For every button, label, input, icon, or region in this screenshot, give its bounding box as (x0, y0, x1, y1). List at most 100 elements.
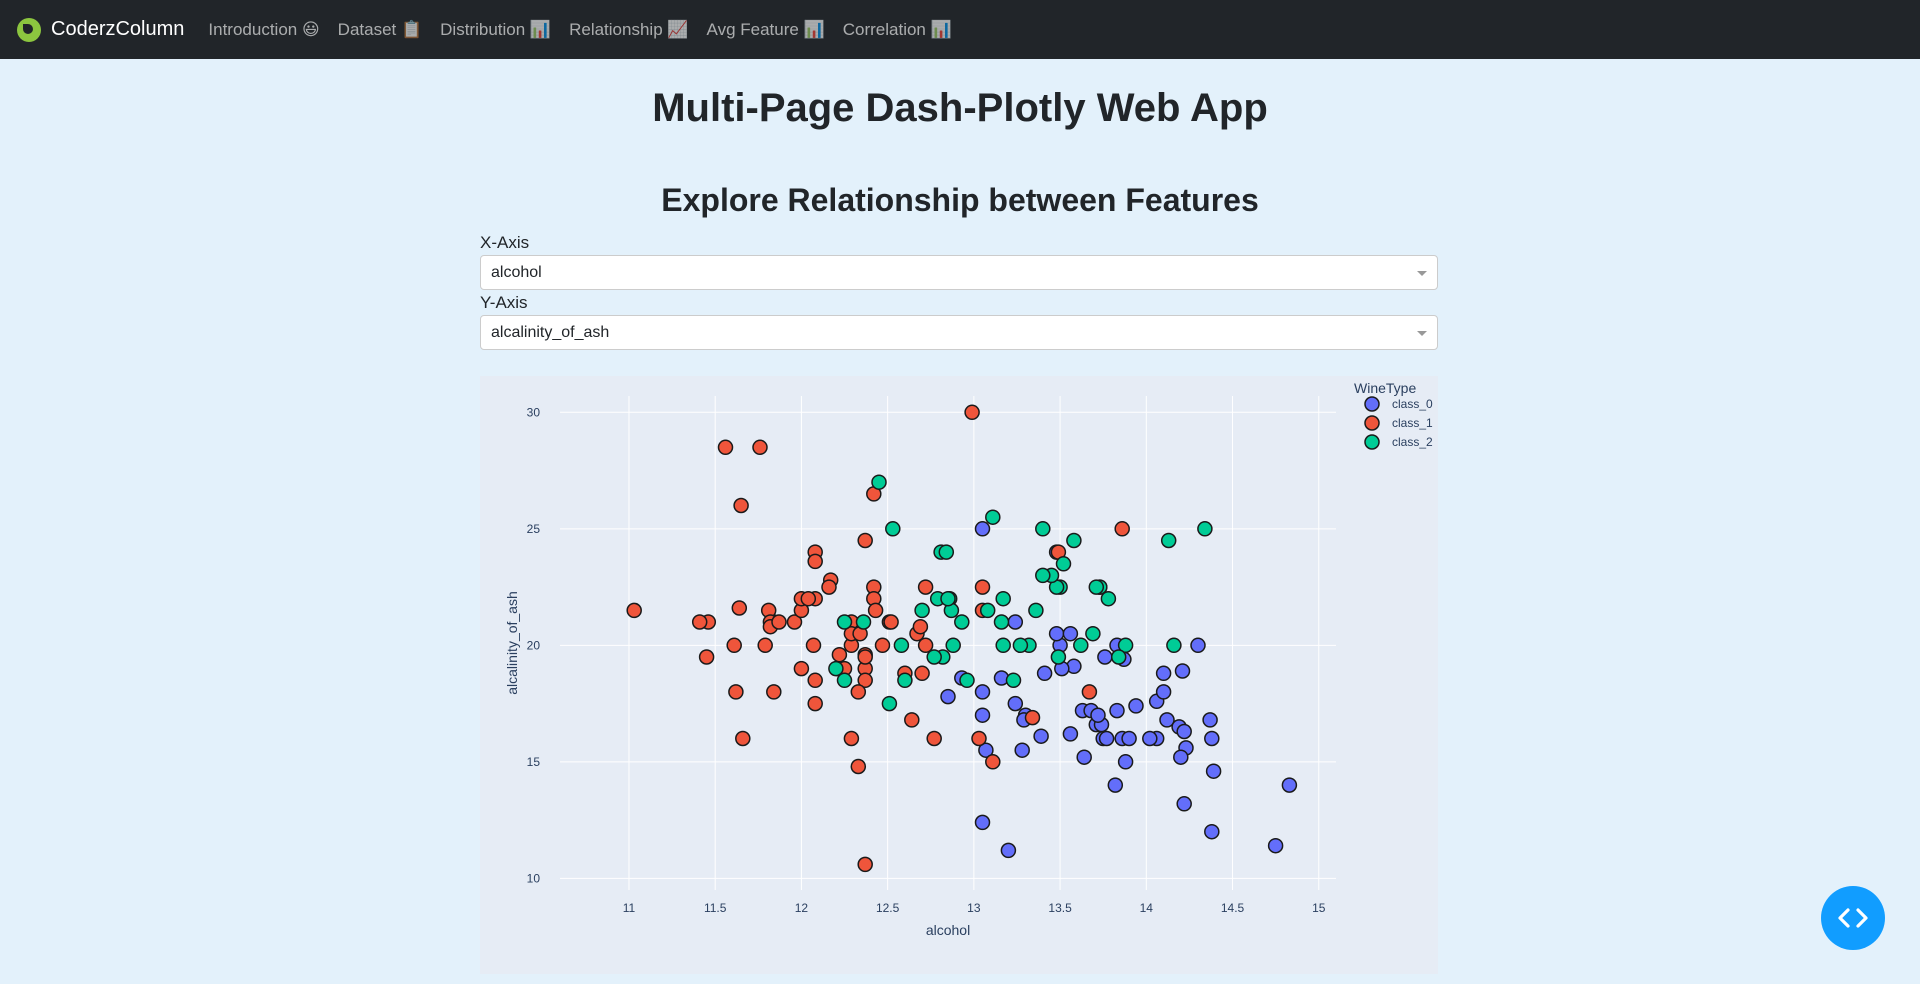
legend-marker-class_0[interactable] (1364, 396, 1380, 412)
data-point-class_1 (728, 684, 744, 700)
x-tick-label: 12.5 (876, 901, 900, 915)
x-tick-label: 11.5 (704, 901, 727, 915)
data-point-class_1 (807, 695, 823, 712)
data-point-class_0 (1267, 837, 1284, 854)
data-point-class_1 (857, 532, 873, 549)
data-point-class_2 (926, 649, 942, 665)
data-point-class_1 (757, 637, 773, 654)
nav-link-relationship[interactable]: Relationship 📈 (569, 20, 688, 40)
data-point-class_1 (831, 646, 848, 663)
data-point-class_2 (995, 590, 1011, 607)
data-point-class_2 (1055, 556, 1072, 572)
y-axis-dropdown[interactable]: alcalinity_of_ash (480, 315, 1438, 350)
data-point-class_0 (1000, 842, 1017, 859)
data-point-class_1 (793, 660, 810, 677)
data-point-class_2 (855, 614, 872, 630)
y-tick-label: 20 (527, 638, 541, 652)
x-tick-label: 11 (623, 901, 636, 915)
data-point-class_0 (1202, 712, 1218, 728)
data-point-class_0 (1076, 749, 1092, 765)
data-point-class_1 (1114, 521, 1130, 537)
data-point-class_0 (1062, 726, 1079, 742)
chevron-down-icon[interactable] (1417, 331, 1427, 336)
top-navbar: CoderzColumn Introduction 😃 Dataset 📋 Di… (0, 0, 1920, 59)
y-tick-label: 30 (527, 405, 541, 419)
chevron-down-icon[interactable] (1417, 271, 1427, 276)
data-point-class_2 (938, 544, 955, 560)
data-point-class_2 (940, 590, 956, 607)
data-point-class_2 (914, 602, 930, 619)
data-point-class_2 (885, 521, 901, 537)
x-axis-dropdown[interactable]: alcohol (480, 255, 1438, 290)
data-point-class_1 (717, 439, 734, 456)
data-point-class_0 (1033, 728, 1049, 744)
data-point-class_1 (821, 579, 837, 595)
data-point-class_2 (897, 672, 913, 689)
data-point-class_2 (1028, 602, 1044, 619)
legend-marker-class_1[interactable] (1364, 415, 1380, 431)
data-point-class_0 (1204, 823, 1220, 840)
data-point-class_1 (805, 637, 822, 654)
x-tick-label: 15 (1312, 901, 1326, 915)
data-point-class_2 (893, 637, 910, 654)
scatter-plot-container[interactable]: 11 11.5 12 12.5 13 13.5 14 14.5 15 10 15 20 25 30 alc… (480, 376, 1438, 974)
legend[interactable]: WineType class_0 class_1 class_2 (1354, 380, 1433, 450)
data-point-class_2 (1110, 649, 1127, 665)
data-point-class_0 (974, 707, 991, 723)
nav-link-correlation[interactable]: Correlation 📊 (843, 20, 952, 40)
scatter-plot[interactable]: 11 11.5 12 12.5 13 13.5 14 14.5 15 10 15 20 25 30 alc… (480, 376, 1438, 974)
data-point-class_2 (1012, 637, 1029, 654)
data-point-class_0 (1007, 695, 1024, 712)
data-point-class_1 (912, 618, 929, 635)
data-point-class_2 (1160, 532, 1177, 549)
brand-name: CoderzColumn (51, 18, 185, 40)
data-point-class_1 (626, 602, 642, 619)
data-point-class_0 (1174, 663, 1191, 679)
data-point-class_1 (974, 579, 991, 595)
data-point-class_1 (800, 590, 817, 607)
legend-label-class_1[interactable]: class_1 (1392, 416, 1433, 430)
legend-label-class_2[interactable]: class_2 (1392, 435, 1433, 449)
legend-marker-class_2[interactable] (1364, 434, 1380, 450)
data-point-class_0 (1048, 625, 1065, 642)
nav-link-introduction[interactable]: Introduction 😃 (208, 20, 319, 40)
data-point-class_1 (807, 672, 823, 689)
data-point-class_2 (945, 637, 961, 654)
data-point-class_1 (698, 649, 715, 665)
data-point-class_2 (954, 614, 970, 630)
data-point-class_0 (974, 521, 991, 537)
data-point-class_1 (771, 614, 787, 630)
y-tick-label: 15 (527, 755, 541, 769)
data-point-class_0 (1142, 730, 1158, 747)
data-point-class_0 (1281, 777, 1298, 793)
debug-toggle-button[interactable] (1821, 886, 1885, 950)
data-point-class_2 (871, 474, 887, 490)
nav-links: Introduction 😃 Dataset 📋 Distribution 📊 … (208, 20, 969, 40)
data-point-class_1 (857, 856, 873, 873)
data-point-class_0 (1097, 649, 1113, 665)
data-point-class_0 (1098, 730, 1115, 747)
data-point-class_0 (1036, 665, 1053, 682)
data-point-class_0 (974, 684, 991, 700)
data-point-class_2 (828, 660, 844, 677)
legend-title: WineType (1354, 380, 1416, 396)
data-point-class_0 (1176, 723, 1192, 740)
nav-link-dataset[interactable]: Dataset 📋 (338, 20, 422, 40)
y-tick-label: 25 (527, 522, 541, 536)
data-point-class_2 (1050, 649, 1067, 665)
x-axis-selected-value: alcohol (491, 264, 542, 281)
data-point-class_0 (1062, 625, 1079, 642)
legend-label-class_0[interactable]: class_0 (1392, 397, 1433, 411)
data-point-class_1 (917, 579, 934, 595)
data-point-class_1 (691, 614, 708, 630)
data-point-class_0 (1155, 684, 1172, 700)
data-point-class_1 (874, 637, 891, 654)
x-axis-label: X-Axis (480, 233, 530, 252)
data-point-class_1 (733, 497, 749, 514)
x-axis-title: alcohol (926, 922, 970, 938)
nav-link-avg-feature[interactable]: Avg Feature 📊 (707, 20, 825, 40)
data-point-class_1 (843, 730, 860, 747)
brand[interactable]: CoderzColumn (17, 17, 185, 42)
data-point-class_2 (1197, 521, 1213, 537)
nav-link-distribution[interactable]: Distribution 📊 (440, 20, 551, 40)
